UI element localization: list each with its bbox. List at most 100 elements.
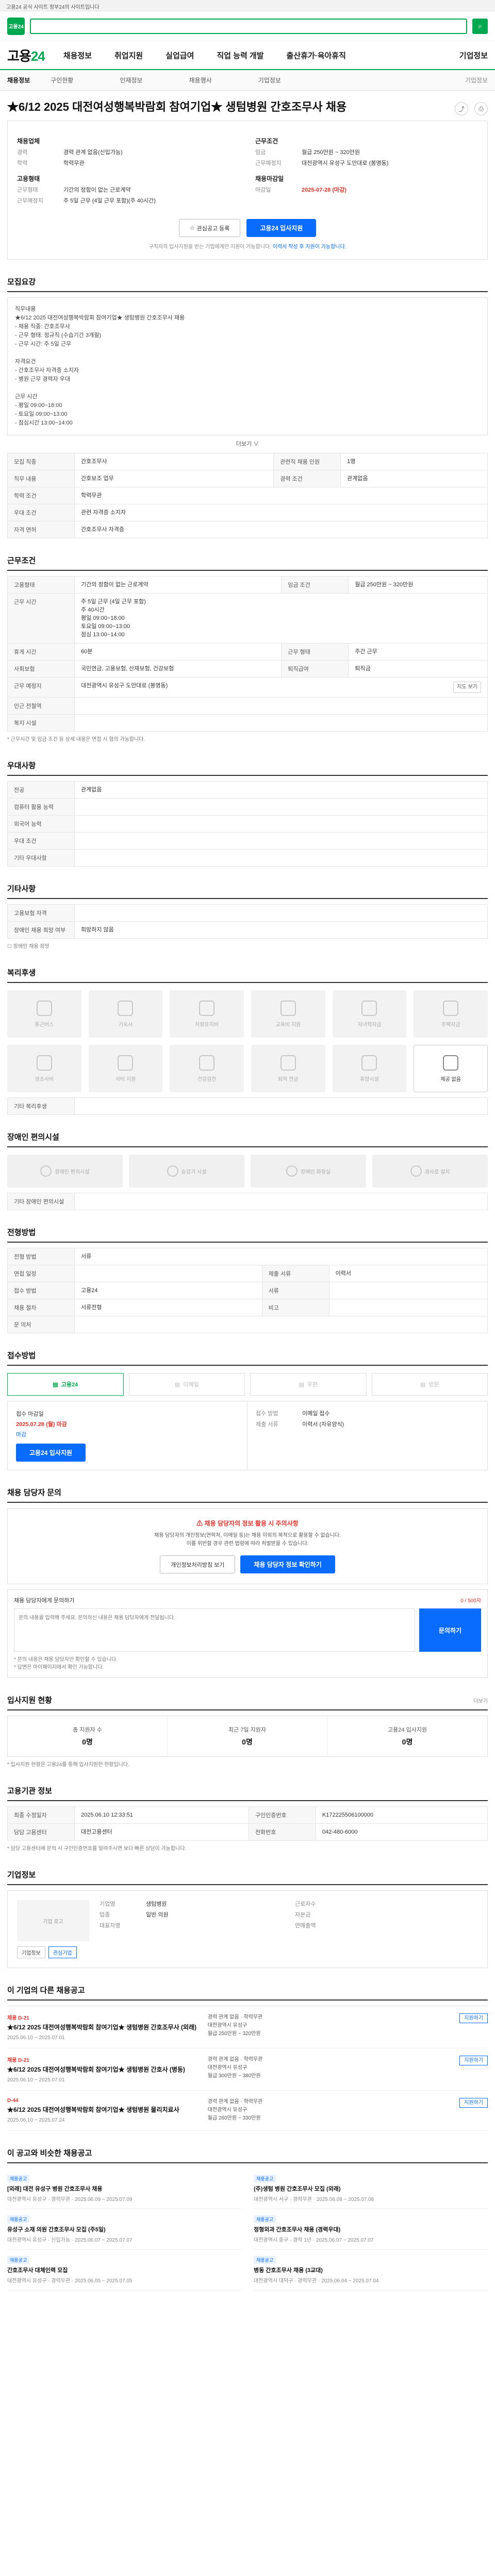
- company-info-button[interactable]: 기업정보: [17, 1946, 45, 1958]
- subnav-item[interactable]: 채용행사: [189, 76, 212, 84]
- apply-note: 구직자의 입사지원을 받는 기업에게만 지원이 가능합니다. 이력서 작성 후 …: [148, 244, 346, 250]
- subnav-item[interactable]: 인재정보: [120, 76, 142, 84]
- job-apply-button[interactable]: 지원하기: [459, 2013, 488, 2023]
- section-title: 전형방법: [7, 1227, 488, 1243]
- accessibility-icon: [40, 1165, 52, 1177]
- disability-section: 장애인 편의시설 장애인 편의시설 승강기 시설 장애인 화장실 경사로 설치 기타 …: [7, 1131, 488, 1210]
- recommend-card[interactable]: 채용공고 병동 간호조무사 채용 (3교대) 대전광역시 대덕구 · 경력무관 · …: [254, 2250, 488, 2291]
- disability-item: 승강기 시설: [129, 1155, 244, 1188]
- accessibility-icon: [167, 1165, 178, 1177]
- gnb-item-employment-support[interactable]: 취업지원: [114, 50, 143, 61]
- table-row: 복지 시설: [7, 714, 488, 732]
- apply-method-item: ▤ 고용24: [7, 1373, 124, 1396]
- search-bar: 고용24 ⌕: [0, 11, 495, 41]
- search-field[interactable]: [30, 18, 467, 34]
- welfare-icon: [36, 1055, 52, 1071]
- logo[interactable]: 고용24: [7, 17, 25, 35]
- recommend-card[interactable]: 채용공고 간호조무사 대체인력 모집 대전광역시 유성구 · 경력무관 · 2025…: [7, 2250, 241, 2291]
- brand-logo[interactable]: 고용24: [7, 46, 45, 65]
- qa-textarea[interactable]: [14, 1608, 415, 1652]
- job-apply-button[interactable]: 지원하기: [459, 2098, 488, 2108]
- table-row: 휴게 시간 60분 근무 형태 주간 근무: [7, 643, 488, 660]
- more-button[interactable]: 더보기 ∨: [7, 439, 488, 448]
- recommend-card[interactable]: 채용공고 (주)생텀 병원 간호조무사 모집 (외래) 대전광역시 서구 · 경력무…: [254, 2168, 488, 2209]
- qa-notes: * 문의 내용은 채용 담당자만 확인할 수 있습니다. * 답변은 마이페이지…: [14, 1657, 118, 1670]
- deadline-label: 접수 마감일: [16, 1411, 44, 1417]
- company-section: 기업정보 기업 로고 기업정보 관심기업 기업명 생텀병원 업종 일반 의원 대표자…: [7, 1869, 488, 1968]
- qa-submit-button[interactable]: 문의하기: [419, 1608, 481, 1652]
- job-apply-button[interactable]: 지원하기: [459, 2056, 488, 2065]
- subnav-item[interactable]: 구인현황: [51, 76, 73, 84]
- gnb-item-training[interactable]: 직업 능력 개발: [217, 50, 263, 61]
- recommend-card[interactable]: 채용공고 [외래] 대전 유성구 병원 간호조무사 채용 대전광역시 유성구 · 경…: [7, 2168, 241, 2209]
- apply-method-item: ▤ 우편: [250, 1373, 367, 1396]
- etc-section: 기타사항 고용보험 자격 장애인 채용 희망 여부 희망하지 않음 ☐ 장애인 채…: [7, 883, 488, 951]
- search-icon[interactable]: ⌕: [472, 18, 488, 34]
- disability-label: 승강기 시설: [181, 1169, 207, 1175]
- gnb-item-company[interactable]: 기업정보: [459, 50, 488, 61]
- gnb-item-leave[interactable]: 출산휴가·육아휴직: [287, 50, 346, 61]
- contact-info-button[interactable]: 채용 담당자 정보 확인하기: [240, 1555, 335, 1573]
- title-row: ★6/12 2025 대전여성행복박람회 참여기업★ 생텀병원 간호조무사 채용…: [0, 91, 495, 121]
- summary-left: 채용업체 경력 경력 관계 없음(신입가능) 학력 학력무관 고용형태 근무형태 기간…: [17, 130, 240, 208]
- welfare-label: 차량유지비: [195, 1022, 219, 1028]
- apply-button-2[interactable]: 고용24 입사지원: [16, 1444, 86, 1462]
- recruit-table: 모집 직종 간호조무사 관련직 채용 인원 1명 직무 내용 간호보조 업무 경력 조건 관…: [7, 453, 488, 538]
- table-row: 채용 절차 서류전형 비고: [7, 1299, 488, 1316]
- recommend-card[interactable]: 채용공고 유성구 소재 의원 간호조무사 모집 (주5일) 대전광역시 유성구 · …: [7, 2209, 241, 2250]
- recommend-card[interactable]: 채용공고 정형외과 간호조무사 채용 (경력우대) 대전광역시 중구 · 경력 1년…: [254, 2209, 488, 2250]
- job-row[interactable]: 채용 D-21 ★6/12 2025 대전여성행복박람회 참여기업★ 생텀병원 간…: [7, 2006, 488, 2048]
- table-row: 전공 관계없음: [7, 781, 488, 799]
- section-title: 채용 담당자 문의: [7, 1487, 488, 1503]
- summary-value: 주 5일 근무 (4일 근무 포함)(주 40시간): [63, 198, 156, 204]
- welfare-icon: [280, 1000, 296, 1016]
- apply-method-section: 접수방법 ▤ 고용24 ▤ 이메일 ▤ 우편 ▤ 방문 접수 마감일 2025.07.28 (…: [7, 1350, 488, 1470]
- welfare-icon: [199, 1000, 215, 1016]
- welfare-icon: [361, 1055, 377, 1071]
- follow-company-button[interactable]: 관심기업: [48, 1946, 77, 1958]
- save-job-button[interactable]: ☆ 관심공고 등록: [178, 219, 241, 237]
- job-row[interactable]: D-44 ★6/12 2025 대전여성행복박람회 참여기업★ 생텀병원 물리치료…: [7, 2091, 488, 2131]
- table-row: 고용형태 기간의 정함이 없는 근로계약 임금 조건 월급 250만원 ~ 320만원: [7, 576, 488, 594]
- table-row: 담당 고용센터 대전고용센터 전화번호 042-480-6000: [7, 1823, 488, 1841]
- welfare-item: 제공 없음: [414, 1045, 488, 1092]
- subnav-item[interactable]: 기업정보: [258, 76, 281, 84]
- gnb-item-unemployment[interactable]: 실업급여: [166, 50, 194, 61]
- status-more-link[interactable]: 더보기: [473, 1697, 488, 1704]
- table-row: 인근 전철역: [7, 697, 488, 715]
- summary-value: 월급 250만원 ~ 320만원: [302, 149, 360, 156]
- document-icon: ▤: [420, 1381, 426, 1388]
- qualify-section: 우대사항 전공 관계없음 컴퓨터 활용 능력 외국어 능력 우대 조건 기타 우대…: [7, 760, 488, 867]
- table-row: 전형 방법 서류: [7, 1248, 488, 1265]
- job-row[interactable]: 채용 D-21 ★6/12 2025 대전여성행복박람회 참여기업★ 생텀병원 간…: [7, 2048, 488, 2091]
- welfare-item: 자녀학자금: [332, 990, 407, 1038]
- checkbox-icon: ☐: [7, 944, 12, 950]
- conditions-section: 근무조건 고용형태 기간의 정함이 없는 근로계약 임금 조건 월급 250만원 ~ …: [7, 555, 488, 743]
- apply-button[interactable]: 고용24 입사지원: [246, 219, 317, 237]
- search-input[interactable]: [35, 22, 462, 30]
- print-icon[interactable]: ⎙: [474, 102, 488, 115]
- privacy-policy-button[interactable]: 개인정보처리방침 보기: [160, 1555, 236, 1573]
- map-button[interactable]: 지도 보기: [453, 682, 481, 693]
- deadline-date: 2025.07.28 (월) 마감: [16, 1421, 67, 1428]
- table-row: 기타 우대사항: [7, 849, 488, 867]
- agency-section: 고용기관 정보 최종 수정일자 2025.06.10 12:33:51 구인인증번호…: [7, 1785, 488, 1853]
- welfare-icon: [118, 1000, 134, 1016]
- welfare-grid: 통근버스 기숙사 차량유지비 교육비 지원 자녀학자금 주택자금 경조사비 식비 지원 건강검진…: [7, 990, 488, 1092]
- welfare-label: 제공 없음: [440, 1076, 461, 1082]
- subnav-item[interactable]: 채용정보: [7, 76, 30, 84]
- share-icon[interactable]: ⤴: [455, 102, 468, 115]
- warning-title: ⚠ 채용 담당자의 정보 활용 시 주의사항: [196, 1520, 299, 1527]
- global-nav: 고용24 채용정보 취업지원 실업급여 직업 능력 개발 출산휴가·육아휴직 기…: [0, 41, 495, 70]
- job-list: 채용 D-21 ★6/12 2025 대전여성행복박람회 참여기업★ 생텀병원 간…: [7, 2006, 488, 2131]
- summary-right: 근무조건 임금 월급 250만원 ~ 320만원 근무예정지 대전광역시 유성구 도…: [255, 130, 478, 208]
- subnav-item[interactable]: 기업정보: [465, 76, 488, 84]
- welfare-label: 식비 지원: [115, 1076, 136, 1082]
- gnb-item-jobs[interactable]: 채용정보: [63, 50, 92, 61]
- welfare-item: 주택자금: [414, 990, 488, 1038]
- accessibility-icon: [286, 1165, 298, 1177]
- apply-method-label: 이메일: [183, 1382, 199, 1388]
- summary-key: 근무예정지: [255, 160, 282, 166]
- welfare-item: 교육비 지원: [251, 990, 325, 1038]
- welfare-item: 기숙사: [88, 990, 163, 1038]
